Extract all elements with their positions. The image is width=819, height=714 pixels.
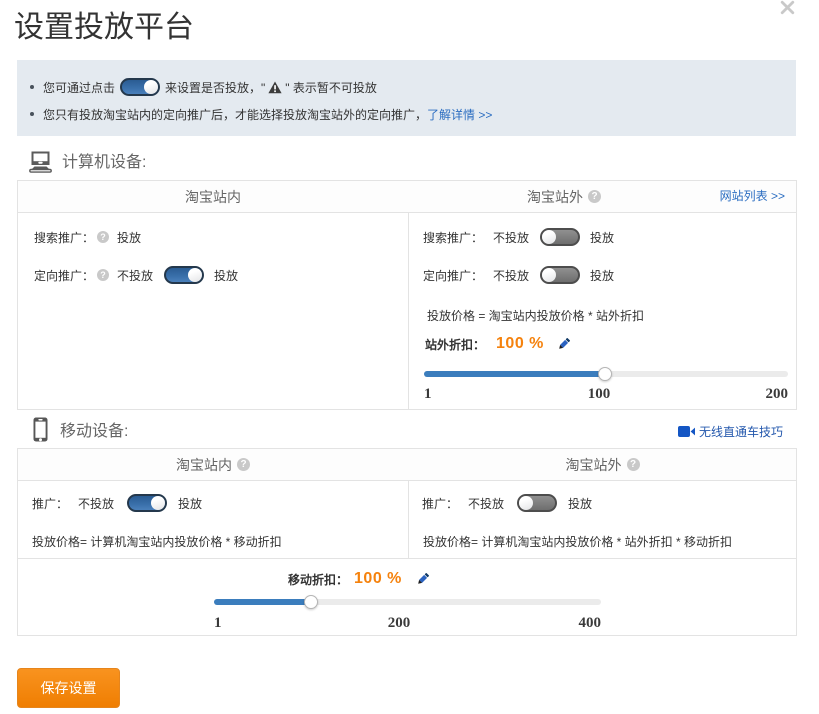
- notice-bullet-1: 您可通过点击 来设置是否投放，" " 表示暂不可投放: [17, 77, 796, 97]
- mobile-discount-slider: [214, 599, 601, 605]
- mobile-onsite-formula: 投放价格= 计算机淘宝站内投放价格 * 移动折扣: [32, 533, 282, 550]
- target-promo-row-offsite: 定向推广： 不投放 投放: [423, 266, 614, 284]
- mobile-table: 淘宝站内 ? 淘宝站外 ? 推广： 不投放 投放 推广： 不投放 投放: [17, 448, 797, 636]
- mobile-offsite-header-label: 淘宝站外: [566, 455, 622, 475]
- warning-icon: [268, 81, 282, 94]
- computer-table: 淘宝站内 淘宝站外 ? 网站列表 >> 搜索推广： ? 投放 定向推广： ? 不…: [17, 180, 797, 410]
- discount-label: 移动折扣：: [288, 571, 348, 588]
- notice-box: 您可通过点击 来设置是否投放，" " 表示暂不可投放 您只有投放淘宝站内的定向推…: [17, 60, 796, 136]
- question-icon[interactable]: ?: [588, 190, 601, 203]
- toggle-on-label: 投放: [214, 267, 238, 284]
- mobile-onsite-header-label: 淘宝站内: [176, 455, 232, 475]
- target-promo-row-onsite: 定向推广： ? 不投放 投放: [34, 266, 238, 284]
- notice-text: " 表示暂不可投放: [285, 79, 377, 96]
- computer-section-label: 计算机设备:: [62, 154, 146, 171]
- toggle-off-label: 不投放: [493, 229, 529, 246]
- mobile-offsite-toggle[interactable]: [517, 494, 557, 512]
- toggle-on-label: 投放: [590, 267, 614, 284]
- toggle-on-label: 投放: [178, 495, 202, 512]
- toggle-on-example[interactable]: [120, 78, 160, 96]
- slider-max-label: 400: [579, 615, 602, 632]
- mobile-offsite-promo-row: 推广： 不投放 投放: [422, 494, 592, 512]
- slider-mid-label: 200: [388, 615, 411, 632]
- learn-more-link[interactable]: 了解详情 >>: [427, 106, 492, 123]
- mobile-onsite-promo-row: 推广： 不投放 投放: [32, 494, 202, 512]
- toggle-on-label: 投放: [590, 229, 614, 246]
- offsite-discount-slider: [424, 371, 788, 377]
- video-camera-icon: [678, 425, 695, 438]
- toggle-on-label: 投放: [568, 495, 592, 512]
- offsite-discount-row: 站外折扣： 100 %: [425, 333, 571, 355]
- onsite-header-label: 淘宝站内: [185, 187, 241, 207]
- row-label: 定向推广：: [423, 267, 483, 284]
- row-label: 定向推广：: [34, 267, 94, 284]
- notice-text: 您只有投放淘宝站内的定向推广后，才能选择投放淘宝站外的定向推广，: [43, 106, 427, 123]
- slider-max-label: 200: [766, 386, 789, 403]
- computer-icon: [28, 149, 53, 174]
- mobile-onsite-toggle[interactable]: [127, 494, 167, 512]
- row-divider: [18, 558, 796, 559]
- slider-handle[interactable]: [598, 367, 612, 381]
- question-icon[interactable]: ?: [97, 231, 109, 243]
- wireless-tips-link[interactable]: 无线直通车技巧: [678, 423, 783, 440]
- mobile-table-header: 淘宝站内 ? 淘宝站外 ?: [18, 449, 796, 481]
- onsite-header-cell: 淘宝站内: [18, 181, 408, 212]
- discount-label: 站外折扣：: [425, 336, 485, 353]
- question-icon[interactable]: ?: [627, 458, 640, 471]
- search-promo-row-offsite: 搜索推广： 不投放 投放: [423, 228, 614, 246]
- bullet-dot: [30, 112, 34, 116]
- discount-value: 100 %: [496, 335, 544, 353]
- price-formula: 投放价格 = 淘宝站内投放价格 * 站外折扣: [427, 307, 644, 324]
- mobile-onsite-header-cell: 淘宝站内 ?: [18, 449, 408, 480]
- page-title: 设置投放平台: [14, 13, 194, 43]
- row-label: 推广：: [32, 495, 68, 512]
- bullet-dot: [30, 85, 34, 89]
- row-label: 搜索推广：: [423, 229, 483, 246]
- mobile-discount-row: 移动折扣： 100 %: [288, 568, 430, 590]
- notice-bullet-2: 您只有投放淘宝站内的定向推广后，才能选择投放淘宝站外的定向推广， 了解详情 >>: [17, 104, 796, 124]
- search-promo-offsite-toggle[interactable]: [540, 228, 580, 246]
- slider-fill: [214, 599, 311, 605]
- offsite-header-cell: 淘宝站外 ?: [409, 181, 719, 212]
- wireless-tips-label: 无线直通车技巧: [699, 423, 783, 440]
- toggle-off-label: 不投放: [117, 267, 153, 284]
- toggle-off-label: 不投放: [78, 495, 114, 512]
- target-promo-onsite-toggle[interactable]: [164, 266, 204, 284]
- notice-text: 您可通过点击: [43, 79, 115, 96]
- question-icon[interactable]: ?: [97, 269, 109, 281]
- slider-mid-label: 100: [588, 386, 611, 403]
- close-icon[interactable]: [780, 0, 795, 15]
- row-label: 搜索推广：: [34, 229, 94, 246]
- mobile-offsite-formula: 投放价格= 计算机淘宝站内投放价格 * 站外折扣 * 移动折扣: [423, 533, 732, 550]
- mobile-section-label: 移动设备:: [60, 423, 128, 440]
- offsite-header-label: 淘宝站外: [527, 187, 583, 207]
- edit-pencil-icon[interactable]: [557, 337, 571, 351]
- column-divider: [408, 181, 409, 409]
- mobile-icon: [33, 417, 48, 442]
- toggle-off-label: 不投放: [468, 495, 504, 512]
- slider-handle[interactable]: [304, 595, 318, 609]
- save-settings-button[interactable]: 保存设置: [17, 668, 120, 708]
- website-list-link[interactable]: 网站列表 >>: [720, 181, 785, 212]
- target-promo-offsite-toggle[interactable]: [540, 266, 580, 284]
- slider-labels: 1 100 200: [424, 386, 788, 402]
- row-label: 推广：: [422, 495, 458, 512]
- mobile-offsite-header-cell: 淘宝站外 ?: [409, 449, 796, 480]
- search-promo-row-onsite: 搜索推广： ? 投放: [34, 228, 141, 246]
- slider-min-label: 1: [214, 615, 222, 632]
- row-value: 投放: [117, 229, 141, 246]
- slider-labels: 1 200 400: [214, 615, 601, 631]
- question-icon[interactable]: ?: [237, 458, 250, 471]
- computer-table-header: 淘宝站内 淘宝站外 ? 网站列表 >>: [18, 181, 796, 213]
- edit-pencil-icon[interactable]: [416, 572, 430, 586]
- set-delivery-platform-dialog: 设置投放平台 您可通过点击 来设置是否投放，" " 表示暂不可投放 您只有投放淘…: [0, 0, 819, 714]
- slider-fill: [424, 371, 605, 377]
- slider-min-label: 1: [424, 386, 432, 403]
- notice-text: 来设置是否投放，": [165, 79, 265, 96]
- toggle-off-label: 不投放: [493, 267, 529, 284]
- discount-value: 100 %: [354, 570, 402, 588]
